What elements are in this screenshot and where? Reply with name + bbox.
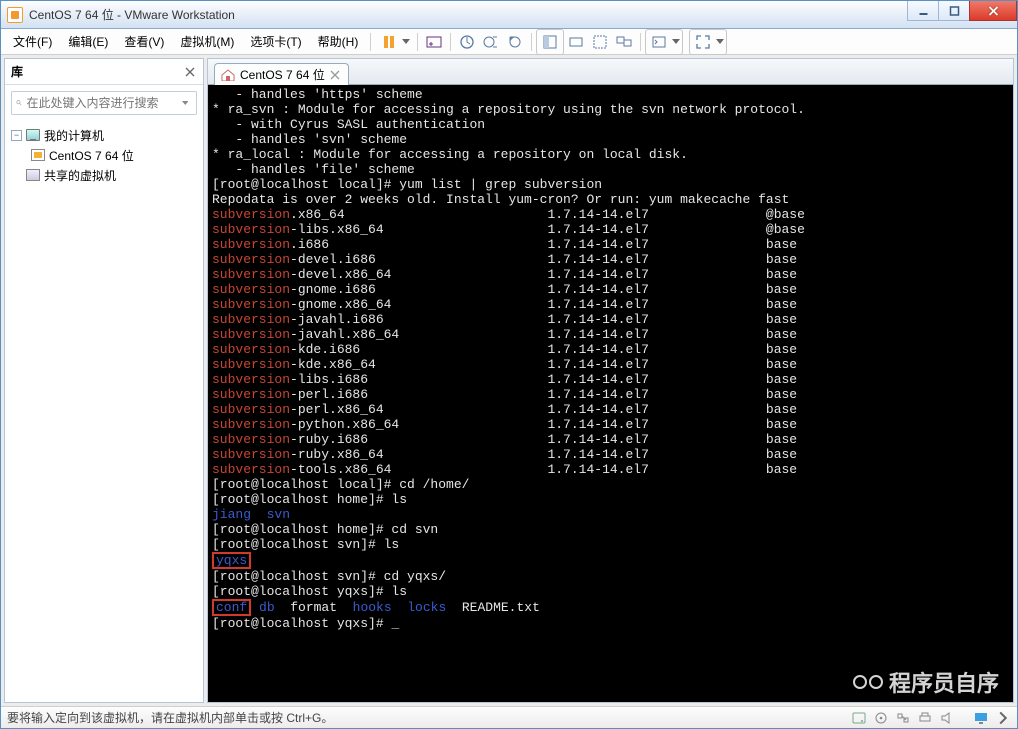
console-icon[interactable] [648,31,670,53]
view-multimon-icon[interactable] [613,31,635,53]
cd-icon[interactable] [873,710,889,726]
pause-icon[interactable] [378,31,400,53]
view-thumbnail-icon[interactable] [565,31,587,53]
network-icon[interactable] [895,710,911,726]
chevron-down-icon[interactable] [715,39,725,45]
window-maximize-button[interactable] [938,1,970,21]
watermark-text: 程序员自序 [889,666,999,698]
chevron-down-icon[interactable] [182,96,189,110]
disk-icon[interactable] [851,710,867,726]
vm-tabs: CentOS 7 64 位 [208,59,1013,85]
tree-label: CentOS 7 64 位 [49,147,134,164]
library-tree[interactable]: − 我的计算机 CentOS 7 64 位 共享的虚拟机 [5,121,203,189]
tree-label: 我的计算机 [44,127,104,144]
menu-edit[interactable]: 编辑(E) [60,30,116,53]
toolbar-separator [531,33,532,51]
app-icon [7,7,23,23]
menu-view[interactable]: 查看(V) [116,30,172,53]
menubar: 文件(F) 编辑(E) 查看(V) 虚拟机(M) 选项卡(T) 帮助(H) [1,29,1017,55]
status-bar: 要将输入定向到该虚拟机，请在虚拟机内部单击或按 Ctrl+G。 [1,706,1017,728]
tab-label: CentOS 7 64 位 [240,66,325,83]
status-text: 要将输入定向到该虚拟机，请在虚拟机内部单击或按 Ctrl+G。 [7,709,333,726]
sidebar-title: 库 [11,63,23,80]
tab-close-icon[interactable] [330,70,340,80]
vm-icon [31,149,45,161]
window-title: CentOS 7 64 位 - VMware Workstation [29,6,908,23]
menu-file[interactable]: 文件(F) [5,30,60,53]
library-sidebar: 库 − 我的计算机 CentOS 7 64 位 共享的虚拟机 [4,58,204,703]
computer-icon [26,129,40,141]
tree-node-vm[interactable]: CentOS 7 64 位 [5,145,203,165]
library-search[interactable] [11,91,197,115]
tree-node-shared[interactable]: 共享的虚拟机 [5,165,203,185]
menu-vm[interactable]: 虚拟机(M) [172,30,242,53]
menu-tabs[interactable]: 选项卡(T) [242,30,309,53]
view-single-icon[interactable] [539,31,561,53]
collapse-icon[interactable]: − [11,130,22,141]
fullscreen-icon[interactable] [692,31,714,53]
menu-help[interactable]: 帮助(H) [310,30,367,53]
home-icon [221,69,235,81]
toolbar-separator [417,33,418,51]
shared-vms-icon [26,169,40,181]
sidebar-close-button[interactable] [183,65,197,79]
window-minimize-button[interactable] [907,1,939,21]
tab-centos[interactable]: CentOS 7 64 位 [214,63,349,85]
toolbar-separator [640,33,641,51]
search-icon [16,96,23,110]
toolbar-separator [450,33,451,51]
printer-icon[interactable] [917,710,933,726]
chevron-down-icon[interactable] [671,39,681,45]
tree-label: 共享的虚拟机 [44,167,116,184]
snapshot-manage-icon[interactable] [480,31,502,53]
search-input[interactable] [27,96,182,110]
window-titlebar: CentOS 7 64 位 - VMware Workstation [1,1,1017,29]
chevron-down-icon[interactable] [401,39,411,45]
terminal-output[interactable]: - handles 'https' scheme* ra_svn : Modul… [208,85,1013,702]
snapshot-icon[interactable] [456,31,478,53]
tree-node-root[interactable]: − 我的计算机 [5,125,203,145]
main-area: CentOS 7 64 位 - handles 'https' scheme* … [207,58,1014,703]
send-input-icon[interactable] [423,31,445,53]
toolbar-separator [370,33,371,51]
watermark: 程序员自序 [853,666,999,698]
display-icon[interactable] [973,710,989,726]
wechat-icon [853,675,883,689]
revert-icon[interactable] [504,31,526,53]
window-close-button[interactable] [969,1,1017,21]
view-unity-icon[interactable] [589,31,611,53]
sound-icon[interactable] [939,710,955,726]
chevron-right-icon[interactable] [995,710,1011,726]
